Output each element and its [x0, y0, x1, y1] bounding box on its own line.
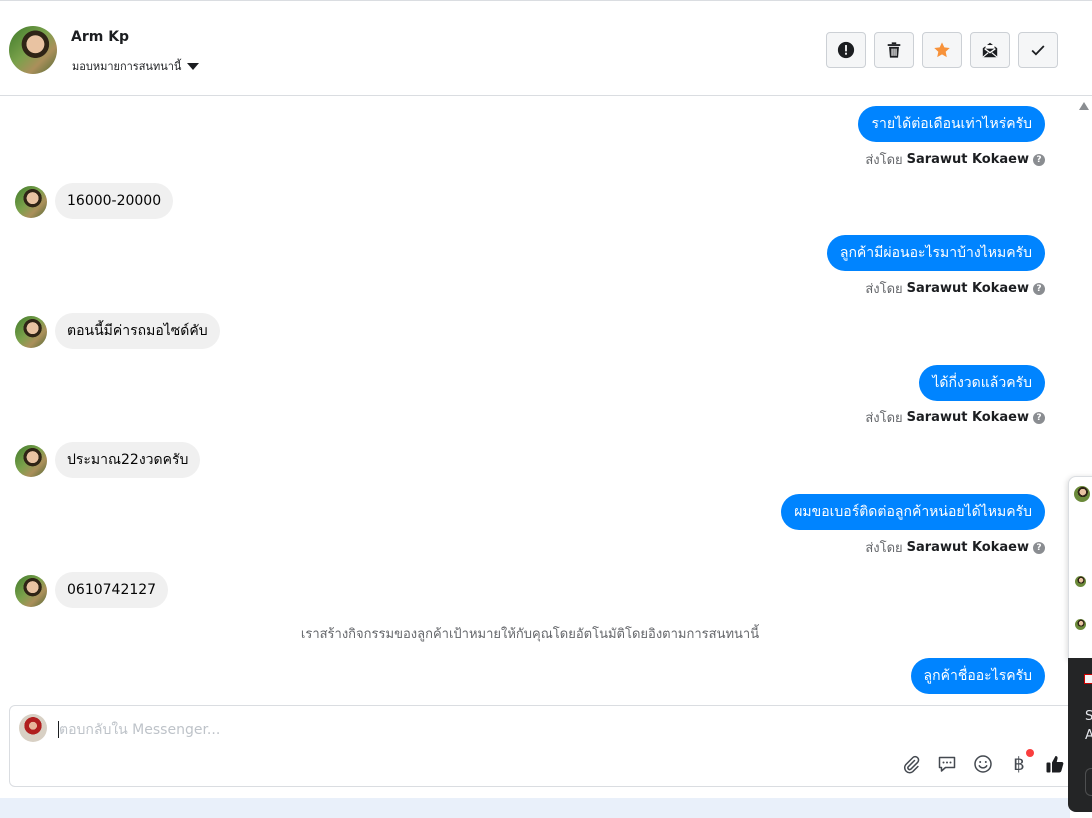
chat-head-avatar[interactable] — [1075, 576, 1086, 587]
payment-button[interactable]: ฿ — [1008, 749, 1034, 775]
help-icon[interactable]: ? — [1033, 153, 1045, 166]
conversation-header: Arm Kp มอบหมายการสนทนานี้ — [0, 0, 1092, 96]
contact-avatar-small[interactable] — [15, 186, 47, 218]
composer-tools: ฿ — [900, 749, 1066, 775]
inbox-conversation: Arm Kp มอบหมายการสนทนานี้ รายได้ต่อเดือน… — [0, 0, 1092, 818]
contact-avatar-small[interactable] — [15, 575, 47, 607]
caret-down-icon — [187, 62, 200, 70]
side-chat-list[interactable] — [1068, 476, 1092, 659]
sent-by-line: ส่งโดย Sarawut Kokaew ? — [865, 278, 1045, 299]
incoming-message[interactable]: ประมาณ22งวดครับ — [55, 442, 201, 478]
reply-input[interactable] — [59, 719, 859, 741]
sender-name[interactable]: Sarawut Kokaew — [907, 410, 1029, 425]
saved-replies-button[interactable] — [936, 753, 958, 775]
sender-name[interactable]: Sarawut Kokaew — [907, 540, 1029, 555]
help-icon[interactable]: ? — [1033, 282, 1045, 295]
sent-by-line: ส่งโดย Sarawut Kokaew ? — [865, 407, 1045, 428]
star-button[interactable] — [922, 32, 962, 68]
chat-head-avatar[interactable] — [1075, 619, 1086, 630]
incoming-message[interactable]: 16000-20000 — [55, 183, 174, 219]
help-icon[interactable]: ? — [1033, 411, 1045, 424]
emoji-button[interactable] — [972, 753, 994, 775]
notification-dot — [1026, 749, 1034, 757]
notification-popup[interactable]: S A — [1068, 658, 1092, 812]
bottom-strip — [0, 798, 1070, 818]
thumbs-up-icon — [1046, 756, 1064, 773]
sent-by-label: ส่งโดย — [865, 153, 903, 168]
chat-head-avatar[interactable] — [1074, 486, 1090, 502]
flag-icon — [1084, 674, 1092, 684]
outgoing-message[interactable]: ลูกค้าชื่ออะไรครับ — [910, 658, 1045, 694]
sender-name[interactable]: Sarawut Kokaew — [907, 281, 1029, 296]
mark-done-button[interactable] — [1018, 32, 1058, 68]
outgoing-message[interactable]: รายได้ต่อเดือนเท่าไหร่ครับ — [858, 106, 1045, 142]
sent-by-label: ส่งโดย — [865, 541, 903, 556]
star-icon — [934, 42, 950, 58]
message-thread[interactable]: รายได้ต่อเดือนเท่าไหร่ครับ ส่งโดย Sarawu… — [0, 96, 1075, 704]
contact-avatar-small[interactable] — [15, 445, 47, 477]
baht-icon: ฿ — [1013, 753, 1025, 775]
scroll-up-arrow-icon[interactable] — [1079, 102, 1089, 110]
help-icon[interactable]: ? — [1033, 541, 1045, 554]
alert-icon — [837, 41, 855, 59]
page-avatar — [19, 714, 47, 742]
attach-button[interactable] — [900, 753, 922, 775]
envelope-icon — [982, 42, 998, 58]
popup-text-line-1: S — [1085, 709, 1092, 724]
incoming-message[interactable]: 0610742127 — [55, 572, 169, 608]
check-icon — [1031, 45, 1045, 56]
sent-by-label: ส่งโดย — [865, 411, 903, 426]
assign-label: มอบหมายการสนทนานี้ — [72, 60, 182, 73]
trash-icon — [887, 42, 901, 58]
conversation-toolbar — [826, 32, 1058, 68]
mark-spam-button[interactable] — [826, 32, 866, 68]
reply-composer: ฿ — [9, 705, 1079, 787]
popup-button[interactable] — [1085, 768, 1092, 796]
delete-button[interactable] — [874, 32, 914, 68]
assign-conversation-dropdown[interactable]: มอบหมายการสนทนานี้ — [72, 57, 200, 75]
outgoing-message[interactable]: ได้กี่งวดแล้วครับ — [919, 365, 1045, 401]
paperclip-icon — [903, 755, 920, 774]
incoming-message[interactable]: ตอนนี้มีค่ารถมอไซด์คับ — [55, 313, 220, 349]
contact-avatar-small[interactable] — [15, 316, 47, 348]
outgoing-message[interactable]: ผมขอเบอร์ติดต่อลูกค้าหน่อยได้ไหมครับ — [781, 494, 1045, 530]
outgoing-message[interactable]: ลูกค้ามีผ่อนอะไรมาบ้างไหมครับ — [826, 235, 1045, 271]
sent-by-line: ส่งโดย Sarawut Kokaew ? — [865, 537, 1045, 558]
system-note: เราสร้างกิจกรรมของลูกค้าเป้าหมายให้กับคุ… — [300, 627, 760, 642]
sent-by-line: ส่งโดย Sarawut Kokaew ? — [865, 149, 1045, 170]
sender-name[interactable]: Sarawut Kokaew — [907, 152, 1029, 167]
popup-text-line-2: A — [1085, 728, 1092, 743]
sent-by-label: ส่งโดย — [865, 282, 903, 297]
smiley-icon — [974, 755, 992, 773]
like-button[interactable] — [1044, 753, 1066, 775]
mark-unread-button[interactable] — [970, 32, 1010, 68]
contact-name[interactable]: Arm Kp — [71, 29, 129, 45]
contact-avatar[interactable] — [9, 26, 57, 74]
chat-bubble-icon — [938, 756, 956, 772]
